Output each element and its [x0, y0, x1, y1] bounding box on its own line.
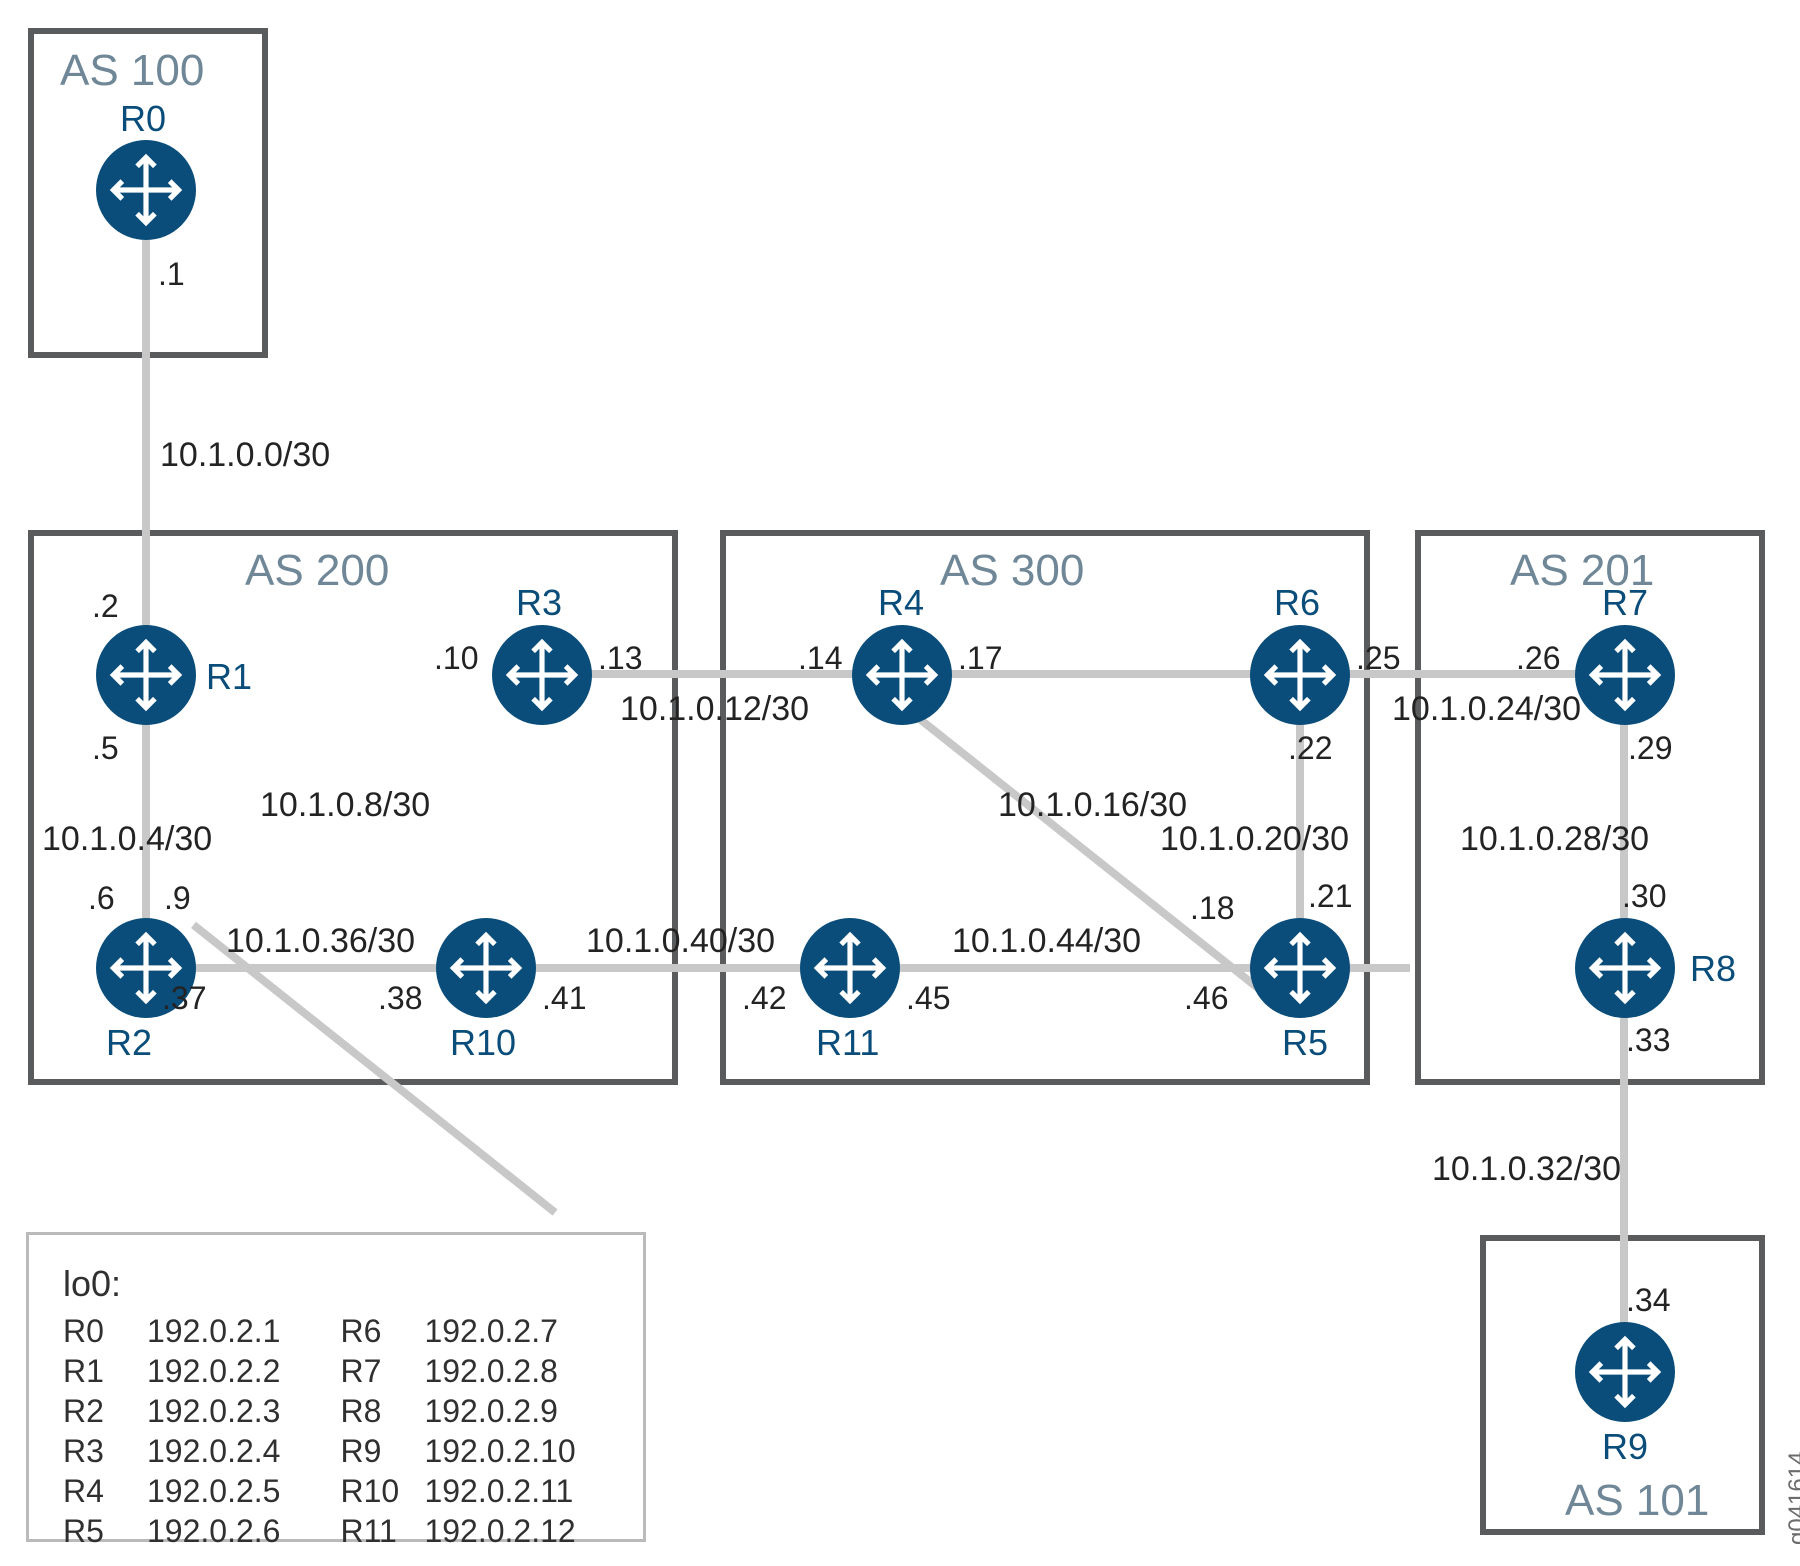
router-r9 [1575, 1322, 1675, 1422]
legend-row: R4192.0.2.5 [63, 1471, 280, 1511]
router-r3 [492, 625, 592, 725]
router-icon [1588, 931, 1662, 1005]
router-icon [505, 638, 579, 712]
if-r8-up: .30 [1622, 878, 1666, 915]
label-r8: R8 [1690, 948, 1736, 990]
subnet-r3r4: 10.1.0.12/30 [620, 690, 809, 729]
router-icon [1588, 1335, 1662, 1409]
figure-id: g041614 [1784, 1452, 1800, 1545]
subnet-r10r11: 10.1.0.40/30 [586, 922, 775, 961]
if-r3-left: .10 [434, 640, 478, 677]
router-r0 [96, 140, 196, 240]
if-r2-right: .37 [162, 980, 206, 1017]
as101-label: AS 101 [1565, 1476, 1709, 1526]
legend-title: lo0: [63, 1263, 609, 1305]
legend-col1: R0192.0.2.1 R1192.0.2.2 R2192.0.2.3 R319… [63, 1311, 280, 1551]
router-icon [109, 638, 183, 712]
if-r3-right: .13 [598, 640, 642, 677]
if-r9-up: .34 [1626, 1282, 1670, 1319]
legend-row: R5192.0.2.6 [63, 1511, 280, 1551]
legend-row: R10192.0.2.11 [340, 1471, 575, 1511]
label-r2: R2 [106, 1022, 152, 1064]
router-r8 [1575, 918, 1675, 1018]
label-r10: R10 [450, 1022, 516, 1064]
subnet-r8r9: 10.1.0.32/30 [1432, 1150, 1621, 1189]
if-r6-right: .25 [1356, 640, 1400, 677]
subnet-r6r7: 10.1.0.24/30 [1392, 690, 1581, 729]
legend-row: R8192.0.2.9 [340, 1391, 575, 1431]
network-diagram: AS 100 AS 200 AS 300 AS 201 AS 101 R0 R1… [0, 0, 1800, 1566]
label-r11: R11 [816, 1022, 879, 1064]
router-r4 [852, 625, 952, 725]
if-r4-left: .14 [798, 640, 842, 677]
legend-row: R1192.0.2.2 [63, 1351, 280, 1391]
if-r2-up: .6 [88, 880, 115, 917]
if-r1-up: .2 [92, 588, 119, 625]
if-r11-right: .45 [906, 980, 950, 1017]
loopback-legend: lo0: R0192.0.2.1 R1192.0.2.2 R2192.0.2.3… [26, 1232, 646, 1542]
if-r10-right: .41 [542, 980, 586, 1017]
if-r7-down: .29 [1628, 730, 1672, 767]
if-r5-left: .46 [1184, 980, 1228, 1017]
if-r0-down: .1 [158, 256, 185, 293]
subnet-r5r6: 10.1.0.20/30 [1160, 820, 1349, 859]
legend-col2: R6192.0.2.7 R7192.0.2.8 R8192.0.2.9 R919… [340, 1311, 575, 1551]
if-r6-down: .22 [1288, 730, 1332, 767]
if-r11-left: .42 [742, 980, 786, 1017]
if-r8-down: .33 [1626, 1022, 1670, 1059]
router-icon [1263, 931, 1337, 1005]
legend-row: R3192.0.2.4 [63, 1431, 280, 1471]
router-icon [1588, 638, 1662, 712]
label-r0: R0 [120, 98, 166, 140]
legend-row: R6192.0.2.7 [340, 1311, 575, 1351]
label-r1: R1 [206, 656, 252, 698]
label-r3: R3 [516, 582, 562, 624]
legend-row: R9192.0.2.10 [340, 1431, 575, 1471]
as100-label: AS 100 [60, 46, 204, 96]
if-r4-right: .17 [958, 640, 1002, 677]
if-r5-diag: .18 [1190, 890, 1234, 927]
subnet-r2r3: 10.1.0.8/30 [260, 786, 430, 825]
router-icon [109, 153, 183, 227]
link-r7-r8-r9 [1620, 710, 1628, 1330]
label-r9: R9 [1602, 1426, 1648, 1468]
as200-label: AS 200 [245, 546, 389, 596]
router-icon [449, 931, 523, 1005]
router-r7 [1575, 625, 1675, 725]
router-r11 [800, 918, 900, 1018]
legend-row: R7192.0.2.8 [340, 1351, 575, 1391]
if-r1-down: .5 [92, 730, 119, 767]
router-r1 [96, 625, 196, 725]
router-r5 [1250, 918, 1350, 1018]
router-r10 [436, 918, 536, 1018]
router-r6 [1250, 625, 1350, 725]
subnet-r0r1: 10.1.0.0/30 [160, 436, 330, 475]
label-r5: R5 [1282, 1022, 1328, 1064]
label-r7: R7 [1602, 582, 1648, 624]
if-r2-diag: .9 [164, 880, 191, 917]
if-r5-up: .21 [1308, 878, 1352, 915]
router-icon [1263, 638, 1337, 712]
subnet-r7r8: 10.1.0.28/30 [1460, 820, 1649, 859]
label-r4: R4 [878, 582, 924, 624]
subnet-r1r2: 10.1.0.4/30 [42, 820, 212, 859]
subnet-r11r5: 10.1.0.44/30 [952, 922, 1141, 961]
subnet-r2r10: 10.1.0.36/30 [226, 922, 415, 961]
link-r0-r1 [142, 240, 150, 670]
legend-row: R11192.0.2.12 [340, 1511, 575, 1551]
as300-label: AS 300 [940, 546, 1084, 596]
label-r6: R6 [1274, 582, 1320, 624]
router-icon [813, 931, 887, 1005]
legend-row: R2192.0.2.3 [63, 1391, 280, 1431]
subnet-r4r5: 10.1.0.16/30 [998, 786, 1187, 825]
if-r10-left: .38 [378, 980, 422, 1017]
router-icon [865, 638, 939, 712]
if-r7-left: .26 [1516, 640, 1560, 677]
legend-row: R0192.0.2.1 [63, 1311, 280, 1351]
